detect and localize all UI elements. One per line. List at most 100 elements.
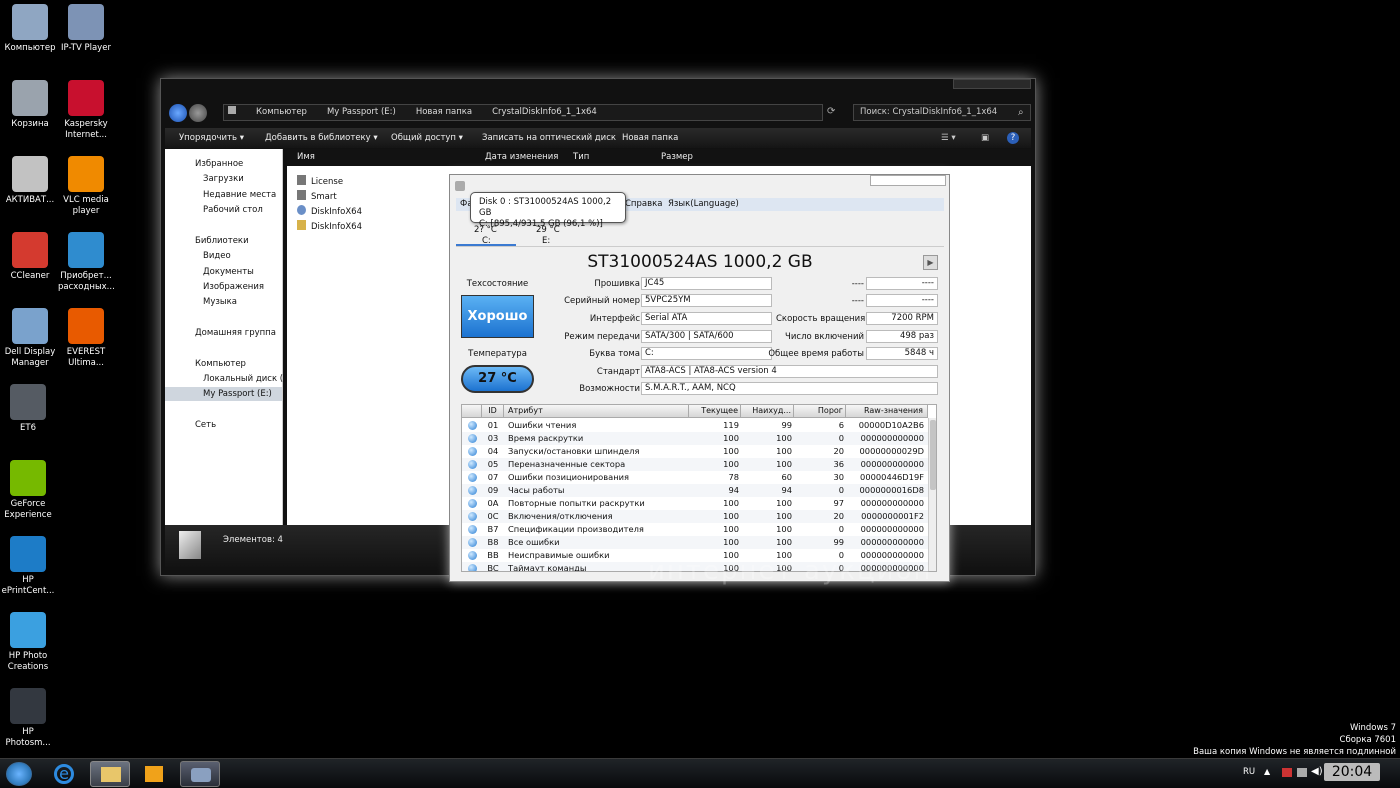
table-cell-worst: 100 [776, 459, 792, 469]
menu-language[interactable]: Язык(Language) [668, 198, 739, 211]
network-icon[interactable] [1297, 768, 1307, 777]
nav-favorites[interactable]: Избранное [195, 159, 243, 169]
desktop-icon[interactable]: HP Photo Creations [0, 612, 56, 673]
nav-images[interactable]: Изображения [203, 282, 264, 292]
view-options-icon[interactable]: ☰ ▾ [941, 128, 956, 148]
desktop-icon[interactable]: Kaspersky Internet... [58, 80, 114, 141]
preview-pane-icon[interactable]: ▣ [981, 128, 989, 148]
table-header-worst[interactable]: Наихуд... [741, 405, 794, 418]
table-header-raw[interactable]: Raw-значения [846, 405, 928, 418]
clock[interactable]: 20:04 [1324, 763, 1380, 781]
next-disk-icon[interactable]: ▶ [923, 255, 938, 270]
file-item[interactable]: Smart [297, 190, 337, 202]
nav-passport[interactable]: My Passport (E:) [203, 389, 272, 399]
menu-help[interactable]: Справка [625, 198, 662, 211]
show-hidden-icons[interactable]: ▲ [1264, 767, 1270, 776]
table-row[interactable]: 0C Включения/отключения 100 100 20 0000000001… [462, 510, 928, 523]
address-bar[interactable]: Компьютер My Passport (E:) Новая папка Crys… [223, 104, 823, 121]
organize-button[interactable]: Упорядочить ▾ [179, 128, 244, 148]
forward-icon[interactable] [189, 104, 207, 122]
table-row[interactable]: B8 Все ошибки 100 100 99 000000000000 [462, 536, 928, 549]
scrollbar-thumb[interactable] [930, 420, 936, 490]
table-scrollbar[interactable] [928, 418, 936, 571]
file-item[interactable]: DiskInfoX64 [297, 205, 362, 217]
table-row[interactable]: 01 Ошибки чтения 119 99 6 00000D10A2B6 [462, 419, 928, 432]
table-header-current[interactable]: Текущее [689, 405, 741, 418]
standard-label: Стандарт [596, 367, 640, 377]
table-row[interactable]: 04 Запуски/остановки шпинделя 100 100 20 0000… [462, 445, 928, 458]
desktop-icon[interactable]: EVEREST Ultima... [58, 308, 114, 369]
desktop-icon[interactable]: GeForce Experience [0, 460, 56, 521]
nav-desktop[interactable]: Рабочий стол [203, 205, 263, 215]
back-icon[interactable] [169, 104, 187, 122]
nav-homegroup[interactable]: Домашняя группа [195, 328, 276, 338]
nav-recent[interactable]: Недавние места [203, 190, 276, 200]
desktop-icon[interactable]: ET6 [0, 384, 56, 434]
nav-local-disk[interactable]: Локальный диск (C: [203, 374, 292, 384]
table-row[interactable]: 0A Повторные попытки раскрутки 100 100 97 000… [462, 497, 928, 510]
table-cell-id: 0C [487, 511, 499, 521]
desktop-icon[interactable]: Корзина [2, 80, 58, 130]
status-dot-icon [468, 551, 477, 560]
crystaldiskinfo-taskbar-icon[interactable] [180, 761, 220, 787]
action-center-icon[interactable] [1282, 768, 1292, 777]
table-cell-id: 04 [487, 446, 499, 456]
breadcrumb-new-folder[interactable]: Новая папка [416, 107, 472, 117]
volume-icon[interactable]: ◀) [1311, 766, 1323, 777]
desktop-icon-image [12, 4, 48, 40]
column-name[interactable]: Имя [297, 149, 315, 166]
desktop-icon[interactable]: HP Photosm... [0, 688, 56, 749]
window-controls[interactable] [870, 175, 946, 186]
table-row[interactable]: 07 Ошибки позиционирования 78 60 30 00000446D… [462, 471, 928, 484]
desktop-icon[interactable]: IP-TV Player [58, 4, 114, 54]
table-header-threshold[interactable]: Порог [794, 405, 846, 418]
language-indicator[interactable]: RU [1243, 767, 1255, 777]
ie-taskbar-icon[interactable]: e [44, 761, 84, 787]
share-button[interactable]: Общий доступ ▾ [391, 128, 463, 148]
desktop-icon-label: CCleaner [10, 271, 50, 281]
nav-downloads[interactable]: Загрузки [203, 174, 244, 184]
table-cell-raw: 000000000000 [860, 498, 924, 508]
search-icon[interactable]: ⌕ [1018, 107, 1024, 118]
nav-video[interactable]: Видео [203, 251, 231, 261]
breadcrumb-passport[interactable]: My Passport (E:) [327, 107, 396, 117]
desktop-icon[interactable]: АКТИВАТ... [2, 156, 58, 206]
column-date[interactable]: Дата изменения [485, 149, 558, 166]
window-controls[interactable] [953, 79, 1031, 89]
table-row[interactable]: 09 Часы работы 94 94 0 0000000016D8 [462, 484, 928, 497]
refresh-icon[interactable]: ⟳ [827, 106, 847, 118]
desktop-icon[interactable]: Dell Display Manager [2, 308, 58, 369]
nav-music[interactable]: Музыка [203, 297, 237, 307]
column-type[interactable]: Тип [573, 149, 589, 166]
table-cell-thr: 0 [838, 433, 844, 443]
file-item[interactable]: DiskInfoX64 [297, 220, 362, 232]
nav-documents[interactable]: Документы [203, 267, 254, 277]
table-row[interactable]: B7 Спецификации производителя 100 100 0 00000… [462, 523, 928, 536]
nav-network[interactable]: Сеть [195, 420, 216, 430]
search-input[interactable]: Поиск: CrystalDiskInfo6_1_1x64 [853, 104, 1031, 121]
add-to-library-button[interactable]: Добавить в библиотеку ▾ [265, 128, 378, 148]
table-row[interactable]: 05 Переназначенные сектора 100 100 36 0000000… [462, 458, 928, 471]
desktop-icon[interactable]: HP ePrintCent... [0, 536, 56, 597]
explorer-taskbar-icon[interactable] [90, 761, 130, 787]
table-header-id[interactable]: ID [482, 405, 504, 418]
new-folder-button[interactable]: Новая папка [622, 128, 678, 148]
column-size[interactable]: Размер [661, 149, 693, 166]
file-item[interactable]: License [297, 175, 343, 187]
table-cell-cur: 119 [723, 420, 739, 430]
status-dot-icon [468, 421, 477, 430]
help-icon[interactable]: ? [1007, 132, 1019, 144]
breadcrumb-crystal[interactable]: CrystalDiskInfo6_1_1x64 [492, 107, 597, 117]
nav-computer[interactable]: Компьютер [195, 359, 246, 369]
desktop-icon[interactable]: VLC media player [58, 156, 114, 217]
desktop-icon[interactable]: Приобрет... расходных... [58, 232, 115, 293]
table-row[interactable]: 03 Время раскрутки 100 100 0 000000000000 [462, 432, 928, 445]
breadcrumb-computer[interactable]: Компьютер [256, 107, 307, 117]
table-header-attribute[interactable]: Атрибут [504, 405, 689, 418]
desktop-icon[interactable]: Компьютер [2, 4, 58, 54]
media-player-taskbar-icon[interactable] [134, 761, 174, 787]
nav-libraries[interactable]: Библиотеки [195, 236, 249, 246]
start-button[interactable] [6, 762, 32, 786]
burn-button[interactable]: Записать на оптический диск [482, 128, 616, 148]
desktop-icon[interactable]: CCleaner [2, 232, 58, 282]
